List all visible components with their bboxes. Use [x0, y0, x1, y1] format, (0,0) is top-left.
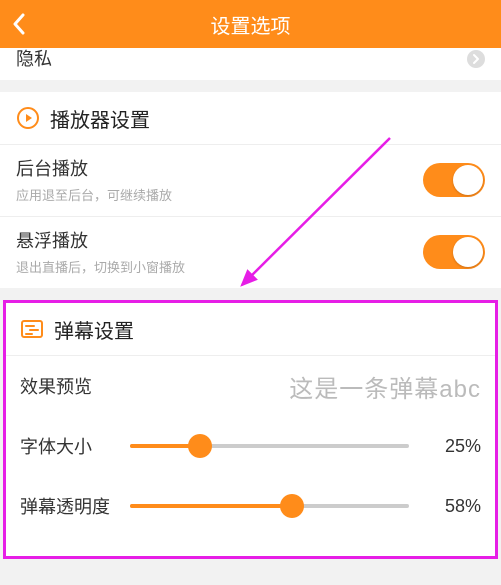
chevron-left-icon — [12, 13, 26, 35]
font-size-slider[interactable] — [130, 434, 409, 458]
slider-label: 弹幕透明度 — [20, 493, 130, 519]
row-label: 后台播放 — [16, 155, 423, 181]
slider-value: 58% — [425, 496, 481, 517]
opacity-slider[interactable] — [130, 494, 409, 518]
chevron-right-icon — [467, 50, 485, 68]
section-gap — [0, 288, 501, 300]
slider-row-opacity: 弹幕透明度 58% — [6, 476, 495, 536]
danmu-icon — [20, 317, 44, 341]
page-title: 设置选项 — [211, 10, 291, 39]
section-title: 弹幕设置 — [54, 315, 134, 344]
slider-label: 字体大小 — [20, 433, 130, 459]
preview-sample-text: 这是一条弹幕abc — [289, 369, 481, 404]
section-gap — [0, 80, 501, 92]
preview-label: 效果预览 — [20, 373, 289, 399]
row-label: 隐私 — [16, 48, 52, 70]
player-section-header: 播放器设置 — [0, 92, 501, 144]
row-float-play: 悬浮播放 退出直播后，切换到小窗播放 — [0, 217, 501, 288]
settings-row-privacy[interactable]: 隐私 — [0, 48, 501, 80]
back-button[interactable] — [12, 0, 26, 48]
row-sublabel: 应用退至后台，可继续播放 — [16, 185, 423, 204]
row-label: 悬浮播放 — [16, 227, 423, 253]
slider-row-font-size: 字体大小 25% — [6, 416, 495, 476]
row-sublabel: 退出直播后，切换到小窗播放 — [16, 257, 423, 276]
danmu-section-header: 弹幕设置 — [6, 303, 495, 355]
slider-value: 25% — [425, 436, 481, 457]
toggle-float-play[interactable] — [423, 235, 485, 269]
play-circle-icon — [16, 106, 40, 130]
row-background-play: 后台播放 应用退至后台，可继续播放 — [0, 145, 501, 216]
danmu-preview-row: 效果预览 这是一条弹幕abc — [6, 356, 495, 416]
toggle-background-play[interactable] — [423, 163, 485, 197]
section-title: 播放器设置 — [50, 104, 150, 133]
app-header: 设置选项 — [0, 0, 501, 48]
danmu-section-highlight: 弹幕设置 效果预览 这是一条弹幕abc 字体大小 25% 弹幕透明度 58% — [3, 300, 498, 559]
